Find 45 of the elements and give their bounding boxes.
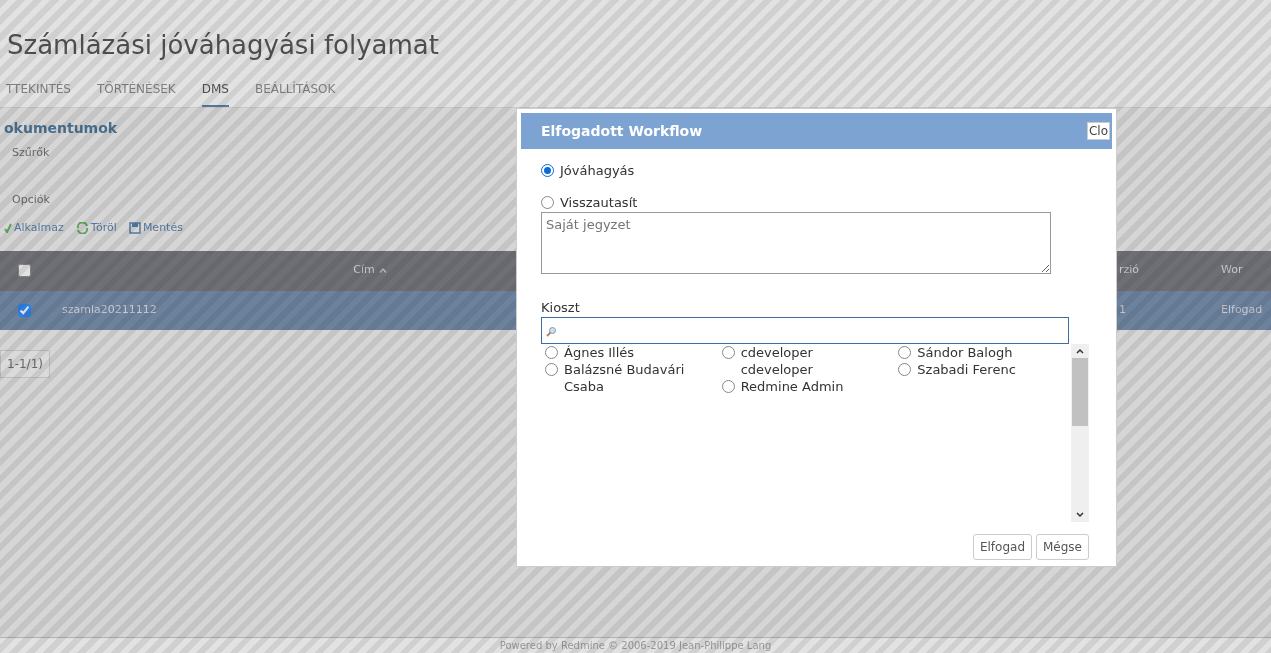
sort-caret-icon: [378, 268, 387, 273]
assign-label: Kioszt: [541, 298, 581, 317]
scrollbar-thumb[interactable]: [1072, 358, 1088, 426]
radio-button[interactable]: [898, 346, 912, 359]
table-cell-text: szamla20211112: [61, 301, 157, 318]
page-title: Számlázási jóváhagyási folyamat: [6, 29, 440, 62]
scrollbar[interactable]: [1071, 344, 1089, 522]
check-icon: [4, 223, 12, 234]
column-header[interactable]: Wor: [1211, 262, 1243, 279]
radio-button[interactable]: [545, 346, 558, 359]
filter-toggle[interactable]: Opciók: [4, 191, 50, 208]
user-name: Ágnes Illés: [564, 344, 635, 361]
radio-button[interactable]: [898, 363, 912, 376]
radio-button[interactable]: [541, 195, 554, 209]
pagination-button[interactable]: 1-1/1): [0, 349, 50, 378]
redmine-link[interactable]: Redmine: [560, 640, 605, 651]
dialog-title: Elfogadott Workflow: [541, 121, 703, 141]
tab[interactable]: TTEKINTÉS: [6, 80, 71, 107]
action-link[interactable]: Mentés: [142, 220, 183, 237]
action-link[interactable]: Alkalmaz: [14, 220, 64, 237]
action-link[interactable]: Töröl: [90, 220, 117, 237]
option-label: Jóváhagyás: [560, 162, 635, 180]
tab[interactable]: TÖRTÉNÉSEK: [96, 80, 176, 107]
option-label: Visszautasít: [560, 193, 638, 212]
radio-button[interactable]: [541, 164, 554, 178]
refresh-icon: [75, 222, 89, 235]
search-field[interactable]: [541, 317, 1069, 344]
table-cell-text: 1: [1118, 301, 1126, 318]
user-name: Sándor Balogh: [917, 344, 1013, 361]
tab[interactable]: BEÁLLÍTÁSOK: [254, 80, 336, 107]
radio-button[interactable]: [721, 380, 735, 393]
dialog-button[interactable]: Mégse: [1036, 534, 1089, 560]
table-cell-text: Elfogad: [1220, 301, 1263, 318]
section-title: okumentumok: [4, 119, 118, 138]
dialog-button[interactable]: Elfogad: [972, 534, 1032, 560]
user-name: Redmine Admin: [740, 378, 844, 395]
user-name: Balázsné Budavári Csaba: [564, 361, 686, 395]
note-field[interactable]: Saját jegyzet: [541, 212, 1051, 274]
column-header[interactable]: Cím: [353, 262, 387, 279]
user-name: cdeveloper cdeveloper: [740, 344, 814, 378]
close-button[interactable]: Clo: [1086, 122, 1110, 140]
radio-button[interactable]: [545, 363, 558, 376]
filter-toggle[interactable]: Szűrők: [4, 145, 50, 162]
radio-button[interactable]: [721, 346, 735, 359]
user-name: Szabadi Ferenc: [917, 361, 1016, 378]
